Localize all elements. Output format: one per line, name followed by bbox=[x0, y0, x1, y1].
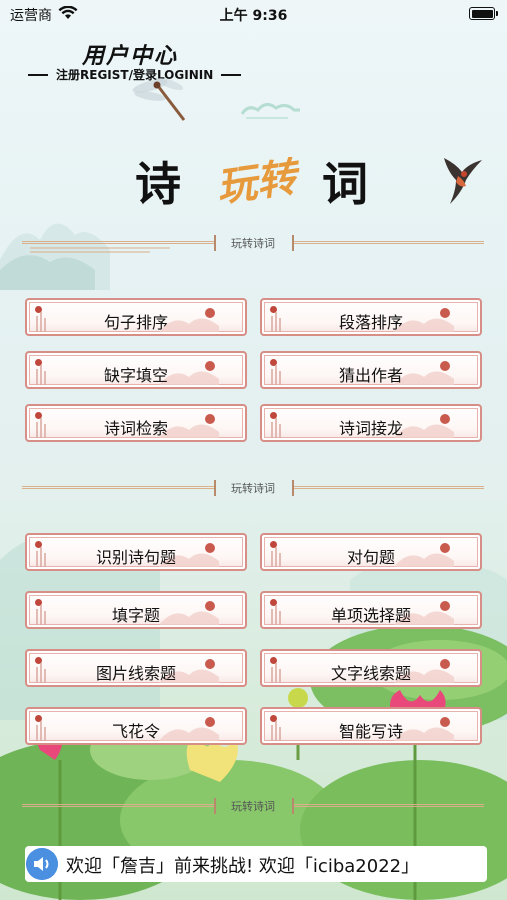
battery-icon bbox=[469, 7, 498, 20]
game-mode-button[interactable]: 图片线索题 bbox=[25, 649, 247, 687]
announcement-text: 欢迎「詹吉」前来挑战! 欢迎「iciba2022」 bbox=[66, 856, 420, 877]
game-mode-label: 填字题 bbox=[111, 606, 160, 625]
game-mode-label: 对句题 bbox=[346, 548, 395, 567]
game-mode-label: 诗词接龙 bbox=[338, 419, 403, 438]
game-mode-button[interactable]: 猜出作者 bbox=[260, 351, 482, 389]
game-mode-label: 智能写诗 bbox=[338, 722, 403, 741]
section-divider-1: 玩转诗词 bbox=[22, 233, 484, 253]
game-mode-button[interactable]: 智能写诗 bbox=[260, 707, 482, 745]
game-mode-button[interactable]: 对句题 bbox=[260, 533, 482, 571]
game-mode-label: 句子排序 bbox=[103, 313, 168, 332]
game-mode-label: 飞花令 bbox=[111, 722, 160, 741]
game-mode-button[interactable]: 单项选择题 bbox=[260, 591, 482, 629]
game-mode-button[interactable]: 诗词检索 bbox=[25, 404, 247, 442]
status-time: 上午 9:36 bbox=[219, 8, 288, 24]
section-divider-2: 玩转诗词 bbox=[22, 478, 484, 498]
logo-ci: 词 bbox=[322, 157, 368, 211]
cloud-icon bbox=[240, 103, 300, 119]
game-mode-label: 识别诗句题 bbox=[95, 548, 176, 567]
game-mode-button[interactable]: 识别诗句题 bbox=[25, 533, 247, 571]
game-mode-button[interactable]: 段落排序 bbox=[260, 298, 482, 336]
speaker-icon[interactable] bbox=[26, 848, 58, 880]
logo-wanzhuan: 玩转 bbox=[213, 153, 300, 212]
game-mode-label: 段落排序 bbox=[338, 313, 403, 332]
dragonfly-icon bbox=[132, 77, 186, 121]
game-mode-label: 缺字填空 bbox=[103, 366, 168, 385]
game-mode-label: 文字线索题 bbox=[330, 664, 411, 683]
game-mode-label: 猜出作者 bbox=[338, 366, 403, 385]
status-bar: 运营商 上午 9:36 bbox=[0, 0, 507, 28]
game-mode-button[interactable]: 诗词接龙 bbox=[260, 404, 482, 442]
game-mode-button[interactable]: 文字线索题 bbox=[260, 649, 482, 687]
game-mode-label: 图片线索题 bbox=[95, 664, 176, 683]
game-mode-button[interactable]: 句子排序 bbox=[25, 298, 247, 336]
game-mode-button[interactable]: 缺字填空 bbox=[25, 351, 247, 389]
game-mode-button[interactable]: 填字题 bbox=[25, 591, 247, 629]
section-divider-3: 玩转诗词 bbox=[22, 796, 484, 816]
game-mode-label: 诗词检索 bbox=[103, 419, 168, 438]
game-mode-label: 单项选择题 bbox=[330, 606, 411, 625]
game-mode-button[interactable]: 飞花令 bbox=[25, 707, 247, 745]
swallow-icon bbox=[444, 158, 482, 204]
